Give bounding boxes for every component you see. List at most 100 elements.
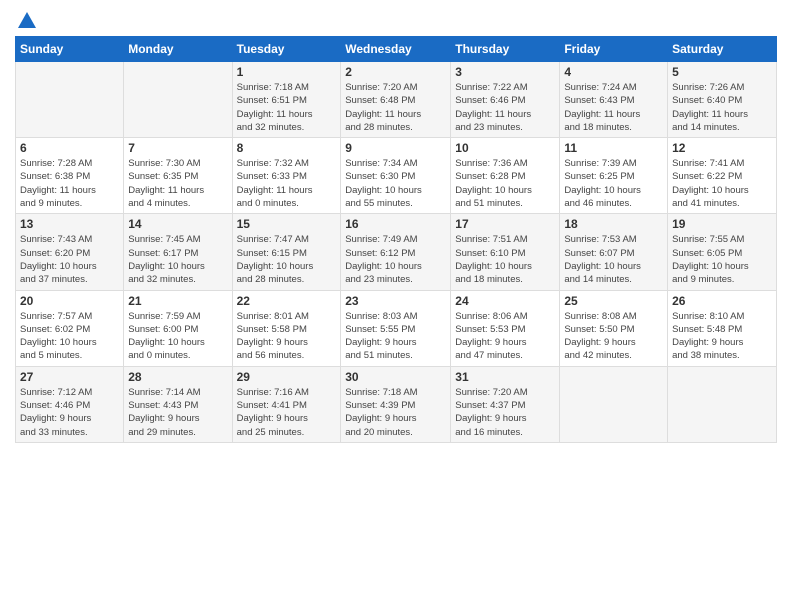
calendar-cell: 6Sunrise: 7:28 AM Sunset: 6:38 PM Daylig… <box>16 138 124 214</box>
day-number: 11 <box>564 141 663 155</box>
day-number: 22 <box>237 294 337 308</box>
day-number: 14 <box>128 217 227 231</box>
day-info: Sunrise: 7:18 AM Sunset: 6:51 PM Dayligh… <box>237 81 337 134</box>
day-number: 7 <box>128 141 227 155</box>
day-info: Sunrise: 7:22 AM Sunset: 6:46 PM Dayligh… <box>455 81 555 134</box>
weekday-header-wednesday: Wednesday <box>341 37 451 62</box>
day-info: Sunrise: 7:57 AM Sunset: 6:02 PM Dayligh… <box>20 310 119 363</box>
calendar-cell: 26 Sunrise: 8:10 AM Sunset: 5:48 PM Dayli… <box>668 290 777 366</box>
week-row-1: 1 Sunrise: 7:18 AM Sunset: 6:51 PM Daylig… <box>16 62 777 138</box>
day-number: 12 <box>672 141 772 155</box>
day-number: 30 <box>345 370 446 384</box>
day-number: 5 <box>672 65 772 79</box>
day-info: Sunrise: 7:18 AM Sunset: 4:39 PM Dayligh… <box>345 386 446 439</box>
weekday-header-tuesday: Tuesday <box>232 37 341 62</box>
day-info: Sunrise: 7:16 AM Sunset: 4:41 PM Dayligh… <box>237 386 337 439</box>
calendar-body: 1 Sunrise: 7:18 AM Sunset: 6:51 PM Daylig… <box>16 62 777 443</box>
day-info: Sunrise: 7:36 AM Sunset: 6:28 PM Dayligh… <box>455 157 555 210</box>
day-info: Sunrise: 7:39 AM Sunset: 6:25 PM Dayligh… <box>564 157 663 210</box>
calendar-cell: 9 Sunrise: 7:34 AM Sunset: 6:30 PM Daylig… <box>341 138 451 214</box>
weekday-header-friday: Friday <box>560 37 668 62</box>
day-info: Sunrise: 7:43 AM Sunset: 6:20 PM Dayligh… <box>20 233 119 286</box>
day-info: Sunrise: 7:26 AM Sunset: 6:40 PM Dayligh… <box>672 81 772 134</box>
calendar-cell: 18 Sunrise: 7:53 AM Sunset: 6:07 PM Dayli… <box>560 214 668 290</box>
day-number: 15 <box>237 217 337 231</box>
calendar-table: SundayMondayTuesdayWednesdayThursdayFrid… <box>15 36 777 443</box>
day-info: Sunrise: 8:01 AM Sunset: 5:58 PM Dayligh… <box>237 310 337 363</box>
day-info: Sunrise: 8:10 AM Sunset: 5:48 PM Dayligh… <box>672 310 772 363</box>
day-info: Sunrise: 7:47 AM Sunset: 6:15 PM Dayligh… <box>237 233 337 286</box>
calendar-cell: 29 Sunrise: 7:16 AM Sunset: 4:41 PM Dayli… <box>232 366 341 442</box>
day-info: Sunrise: 7:41 AM Sunset: 6:22 PM Dayligh… <box>672 157 772 210</box>
calendar-cell: 14 Sunrise: 7:45 AM Sunset: 6:17 PM Dayli… <box>124 214 232 290</box>
calendar-cell: 20Sunrise: 7:57 AM Sunset: 6:02 PM Dayli… <box>16 290 124 366</box>
day-number: 19 <box>672 217 772 231</box>
calendar-cell: 2Sunrise: 7:20 AM Sunset: 6:48 PM Daylig… <box>341 62 451 138</box>
day-number: 28 <box>128 370 227 384</box>
day-info: Sunrise: 7:51 AM Sunset: 6:10 PM Dayligh… <box>455 233 555 286</box>
calendar-cell: 17 Sunrise: 7:51 AM Sunset: 6:10 PM Dayli… <box>451 214 560 290</box>
day-number: 1 <box>237 65 337 79</box>
calendar-cell: 8Sunrise: 7:32 AM Sunset: 6:33 PM Daylig… <box>232 138 341 214</box>
calendar-cell: 12 Sunrise: 7:41 AM Sunset: 6:22 PM Dayli… <box>668 138 777 214</box>
day-info: Sunrise: 7:53 AM Sunset: 6:07 PM Dayligh… <box>564 233 663 286</box>
weekday-header-thursday: Thursday <box>451 37 560 62</box>
day-number: 25 <box>564 294 663 308</box>
week-row-4: 20Sunrise: 7:57 AM Sunset: 6:02 PM Dayli… <box>16 290 777 366</box>
calendar-header: SundayMondayTuesdayWednesdayThursdayFrid… <box>16 37 777 62</box>
logo-icon <box>16 10 38 32</box>
weekday-row: SundayMondayTuesdayWednesdayThursdayFrid… <box>16 37 777 62</box>
day-info: Sunrise: 7:34 AM Sunset: 6:30 PM Dayligh… <box>345 157 446 210</box>
calendar-cell: 3 Sunrise: 7:22 AM Sunset: 6:46 PM Daylig… <box>451 62 560 138</box>
day-number: 16 <box>345 217 446 231</box>
calendar-cell: 22 Sunrise: 8:01 AM Sunset: 5:58 PM Dayli… <box>232 290 341 366</box>
day-info: Sunrise: 7:30 AM Sunset: 6:35 PM Dayligh… <box>128 157 227 210</box>
day-number: 3 <box>455 65 555 79</box>
calendar-cell <box>560 366 668 442</box>
weekday-header-sunday: Sunday <box>16 37 124 62</box>
day-number: 23 <box>345 294 446 308</box>
day-number: 6 <box>20 141 119 155</box>
calendar-cell: 10 Sunrise: 7:36 AM Sunset: 6:28 PM Dayli… <box>451 138 560 214</box>
day-info: Sunrise: 8:08 AM Sunset: 5:50 PM Dayligh… <box>564 310 663 363</box>
day-number: 29 <box>237 370 337 384</box>
calendar-cell: 4Sunrise: 7:24 AM Sunset: 6:43 PM Daylig… <box>560 62 668 138</box>
calendar-cell <box>16 62 124 138</box>
day-info: Sunrise: 7:45 AM Sunset: 6:17 PM Dayligh… <box>128 233 227 286</box>
week-row-2: 6Sunrise: 7:28 AM Sunset: 6:38 PM Daylig… <box>16 138 777 214</box>
calendar-cell: 7 Sunrise: 7:30 AM Sunset: 6:35 PM Daylig… <box>124 138 232 214</box>
day-number: 27 <box>20 370 119 384</box>
week-row-5: 27 Sunrise: 7:12 AM Sunset: 4:46 PM Dayli… <box>16 366 777 442</box>
day-number: 24 <box>455 294 555 308</box>
weekday-header-monday: Monday <box>124 37 232 62</box>
calendar-cell: 16 Sunrise: 7:49 AM Sunset: 6:12 PM Dayli… <box>341 214 451 290</box>
calendar-cell: 19Sunrise: 7:55 AM Sunset: 6:05 PM Dayli… <box>668 214 777 290</box>
day-info: Sunrise: 7:59 AM Sunset: 6:00 PM Dayligh… <box>128 310 227 363</box>
day-number: 18 <box>564 217 663 231</box>
calendar-cell: 21 Sunrise: 7:59 AM Sunset: 6:00 PM Dayli… <box>124 290 232 366</box>
day-number: 2 <box>345 65 446 79</box>
calendar-cell: 13Sunrise: 7:43 AM Sunset: 6:20 PM Dayli… <box>16 214 124 290</box>
day-number: 17 <box>455 217 555 231</box>
day-number: 31 <box>455 370 555 384</box>
day-info: Sunrise: 7:12 AM Sunset: 4:46 PM Dayligh… <box>20 386 119 439</box>
calendar-cell: 27 Sunrise: 7:12 AM Sunset: 4:46 PM Dayli… <box>16 366 124 442</box>
calendar-cell: 1 Sunrise: 7:18 AM Sunset: 6:51 PM Daylig… <box>232 62 341 138</box>
calendar-cell: 23 Sunrise: 8:03 AM Sunset: 5:55 PM Dayli… <box>341 290 451 366</box>
day-info: Sunrise: 7:49 AM Sunset: 6:12 PM Dayligh… <box>345 233 446 286</box>
day-info: Sunrise: 8:03 AM Sunset: 5:55 PM Dayligh… <box>345 310 446 363</box>
day-number: 9 <box>345 141 446 155</box>
calendar-cell: 11 Sunrise: 7:39 AM Sunset: 6:25 PM Dayli… <box>560 138 668 214</box>
calendar-cell: 31 Sunrise: 7:20 AM Sunset: 4:37 PM Dayli… <box>451 366 560 442</box>
day-number: 21 <box>128 294 227 308</box>
day-info: Sunrise: 7:32 AM Sunset: 6:33 PM Dayligh… <box>237 157 337 210</box>
day-info: Sunrise: 7:24 AM Sunset: 6:43 PM Dayligh… <box>564 81 663 134</box>
logo <box>15 10 39 28</box>
day-info: Sunrise: 7:14 AM Sunset: 4:43 PM Dayligh… <box>128 386 227 439</box>
day-number: 10 <box>455 141 555 155</box>
calendar-cell: 28 Sunrise: 7:14 AM Sunset: 4:43 PM Dayli… <box>124 366 232 442</box>
day-info: Sunrise: 8:06 AM Sunset: 5:53 PM Dayligh… <box>455 310 555 363</box>
calendar-cell: 24 Sunrise: 8:06 AM Sunset: 5:53 PM Dayli… <box>451 290 560 366</box>
day-number: 26 <box>672 294 772 308</box>
day-info: Sunrise: 7:20 AM Sunset: 4:37 PM Dayligh… <box>455 386 555 439</box>
